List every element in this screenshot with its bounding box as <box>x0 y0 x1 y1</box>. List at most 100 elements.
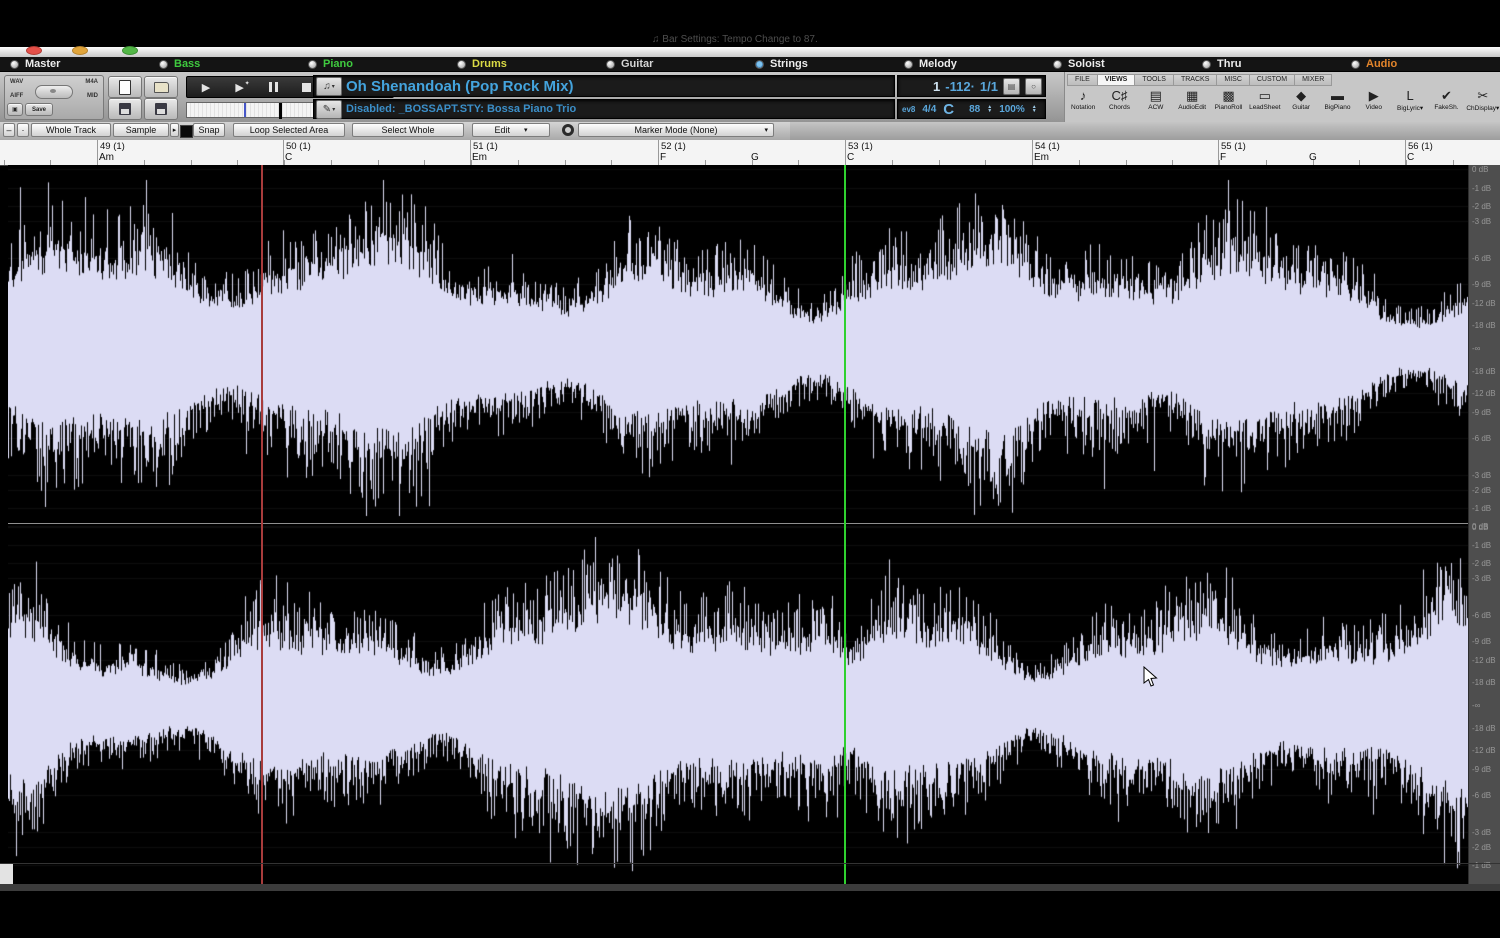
track-button-drums[interactable]: Drums <box>457 58 606 70</box>
view-button-bigpiano[interactable]: ▬BigPiano <box>1319 87 1355 120</box>
track-button-soloist[interactable]: Soloist <box>1053 58 1202 70</box>
open-song-button[interactable] <box>144 76 178 98</box>
track-radio-icon[interactable] <box>1202 60 1211 69</box>
bar-settings-button[interactable]: ▤ <box>1003 78 1020 95</box>
format-label-m4a[interactable]: M4A <box>85 79 98 85</box>
close-window-button[interactable] <box>26 46 42 55</box>
view-button-biglyric[interactable]: LBigLyric▾ <box>1392 87 1428 120</box>
style-picker-icon[interactable]: ✎▾ <box>316 100 342 119</box>
snap-color-swatch[interactable] <box>180 125 193 138</box>
zoom-spinner[interactable]: ▲▼ <box>1032 105 1037 113</box>
view-button-fakesh[interactable]: ✔FakeSh. <box>1428 87 1464 120</box>
whole-track-button[interactable]: Whole Track <box>31 123 111 137</box>
track-radio-icon[interactable] <box>1053 60 1062 69</box>
ribbon-tab-tools[interactable]: TOOLS <box>1134 74 1173 86</box>
save-mini-button[interactable]: Save <box>25 103 53 116</box>
marker-mode-dropdown[interactable]: Marker Mode (None)▾ <box>578 123 774 137</box>
view-button-acw[interactable]: ▤ACW <box>1138 87 1174 120</box>
render-audio-button[interactable] <box>35 85 73 99</box>
view-button-chdisplay[interactable]: ✂ChDisplay▾ <box>1465 87 1500 120</box>
view-button-audioedit[interactable]: ▦AudioEdit <box>1174 87 1210 120</box>
ribbon-tab-mixer[interactable]: MIXER <box>1294 74 1332 86</box>
position-box: 1 -112· 1/1 ▤ ○ <box>897 75 1046 97</box>
time-signature[interactable]: 4/4 <box>922 104 936 115</box>
format-label-aiff[interactable]: AIFF <box>10 93 23 99</box>
edit-dropdown[interactable]: Edit▾ <box>472 123 550 137</box>
track-button-thru[interactable]: Thru <box>1202 58 1351 70</box>
style-box[interactable]: ✎▾ Disabled: _BOSSAPT.STY: Bossa Piano T… <box>313 99 895 119</box>
save-as-button[interactable] <box>144 98 178 120</box>
track-button-strings[interactable]: Strings <box>755 58 904 70</box>
select-whole-button[interactable]: Select Whole <box>352 123 464 137</box>
zoom-value[interactable]: 100% <box>999 104 1025 115</box>
track-radio-icon[interactable] <box>904 60 913 69</box>
sample-button[interactable]: Sample <box>113 123 169 137</box>
song-title-box[interactable]: ♫▾ Oh Shenandoah (Pop Rock Mix) <box>313 75 895 97</box>
video-icon: ▶ <box>1369 87 1379 104</box>
ribbon-tab-tracks[interactable]: TRACKS <box>1173 74 1216 86</box>
drag-drop-icon[interactable]: ▣ <box>7 103 23 116</box>
ribbon-tab-file[interactable]: FILE <box>1067 74 1097 86</box>
key-value[interactable]: C <box>943 101 954 118</box>
track-button-guitar[interactable]: Guitar <box>606 58 755 70</box>
db-tick-label: -18 dB <box>1472 724 1496 733</box>
bar-timeline-ruler[interactable]: 49 (1)Am50 (1)C51 (1)Em52 (1)FG53 (1)C54… <box>0 140 1500 166</box>
snap-button[interactable]: Snap <box>193 123 225 137</box>
view-button-leadsheet[interactable]: ▭LeadSheet <box>1247 87 1283 120</box>
volume-value[interactable]: 88 <box>969 104 980 115</box>
track-button-master[interactable]: Master <box>10 58 159 70</box>
grow-button[interactable]: · <box>17 123 29 137</box>
green-playback-marker-line[interactable] <box>844 165 846 884</box>
track-label: Melody <box>919 58 957 70</box>
expand-arrow-icon[interactable]: ▸ <box>170 123 179 137</box>
shrink-button[interactable]: – <box>3 123 15 137</box>
ribbon-tab-misc[interactable]: MISC <box>1216 74 1249 86</box>
current-bar[interactable]: 1 <box>933 79 940 94</box>
track-radio-icon[interactable] <box>1351 60 1360 69</box>
format-label-wav[interactable]: WAV <box>10 79 23 85</box>
track-radio-icon[interactable] <box>308 60 317 69</box>
track-radio-icon[interactable] <box>10 60 19 69</box>
view-button-notation[interactable]: ♪Notation <box>1065 87 1101 120</box>
loop-point-button[interactable]: ○ <box>1025 78 1042 95</box>
loop-selected-area-button[interactable]: Loop Selected Area <box>233 123 345 137</box>
feel-value[interactable]: ev8 <box>902 105 915 114</box>
track-radio-icon[interactable] <box>606 60 615 69</box>
track-button-melody[interactable]: Melody <box>904 58 1053 70</box>
song-notes-icon[interactable]: ♫▾ <box>316 77 342 96</box>
acw-icon: ▤ <box>1150 87 1162 104</box>
track-button-audio[interactable]: Audio <box>1351 58 1500 70</box>
track-radio-icon[interactable] <box>755 60 764 69</box>
play-from-bar-button[interactable]: ▶✦ <box>229 80 251 95</box>
horizontal-scrollbar-track[interactable] <box>0 884 1500 891</box>
settings-gear-icon[interactable] <box>562 124 574 136</box>
pause-button[interactable] <box>262 80 284 95</box>
ribbon-tab-custom[interactable]: CUSTOM <box>1249 74 1294 86</box>
track-radio-icon[interactable] <box>457 60 466 69</box>
ribbon-tab-views[interactable]: VIEWS <box>1097 74 1135 86</box>
track-button-bass[interactable]: Bass <box>159 58 308 70</box>
format-label-mid[interactable]: MID <box>87 93 98 99</box>
zoom-window-button[interactable] <box>122 46 138 55</box>
minimize-window-button[interactable] <box>72 46 88 55</box>
chorus-value[interactable]: 1/1 <box>980 79 998 94</box>
track-button-piano[interactable]: Piano <box>308 58 457 70</box>
view-button-video[interactable]: ▶Video <box>1356 87 1392 120</box>
volume-spinner[interactable]: ▲▼ <box>987 105 992 113</box>
red-bar-marker-line[interactable] <box>261 165 263 884</box>
tempo-value[interactable]: -112· <box>945 79 975 94</box>
audio-format-widget[interactable]: WAV M4A AIFF MID ▣ Save <box>4 75 104 120</box>
chord-label: Em <box>1034 152 1049 163</box>
save-song-button[interactable] <box>108 98 142 120</box>
waveform-display[interactable] <box>8 165 1468 884</box>
bar-number: 52 (1) <box>661 141 686 152</box>
play-button[interactable]: ▶ <box>195 80 217 95</box>
view-button-pianoroll[interactable]: ▩PianoRoll <box>1210 87 1246 120</box>
new-song-button[interactable] <box>108 76 142 98</box>
view-button-guitar[interactable]: ◆Guitar <box>1283 87 1319 120</box>
caret-down-icon: ▾ <box>524 126 528 134</box>
track-radio-icon[interactable] <box>159 60 168 69</box>
scrollbar-corner[interactable] <box>0 864 13 884</box>
bar-number: 49 (1) <box>100 141 125 152</box>
view-button-chords[interactable]: C♯Chords <box>1101 87 1137 120</box>
